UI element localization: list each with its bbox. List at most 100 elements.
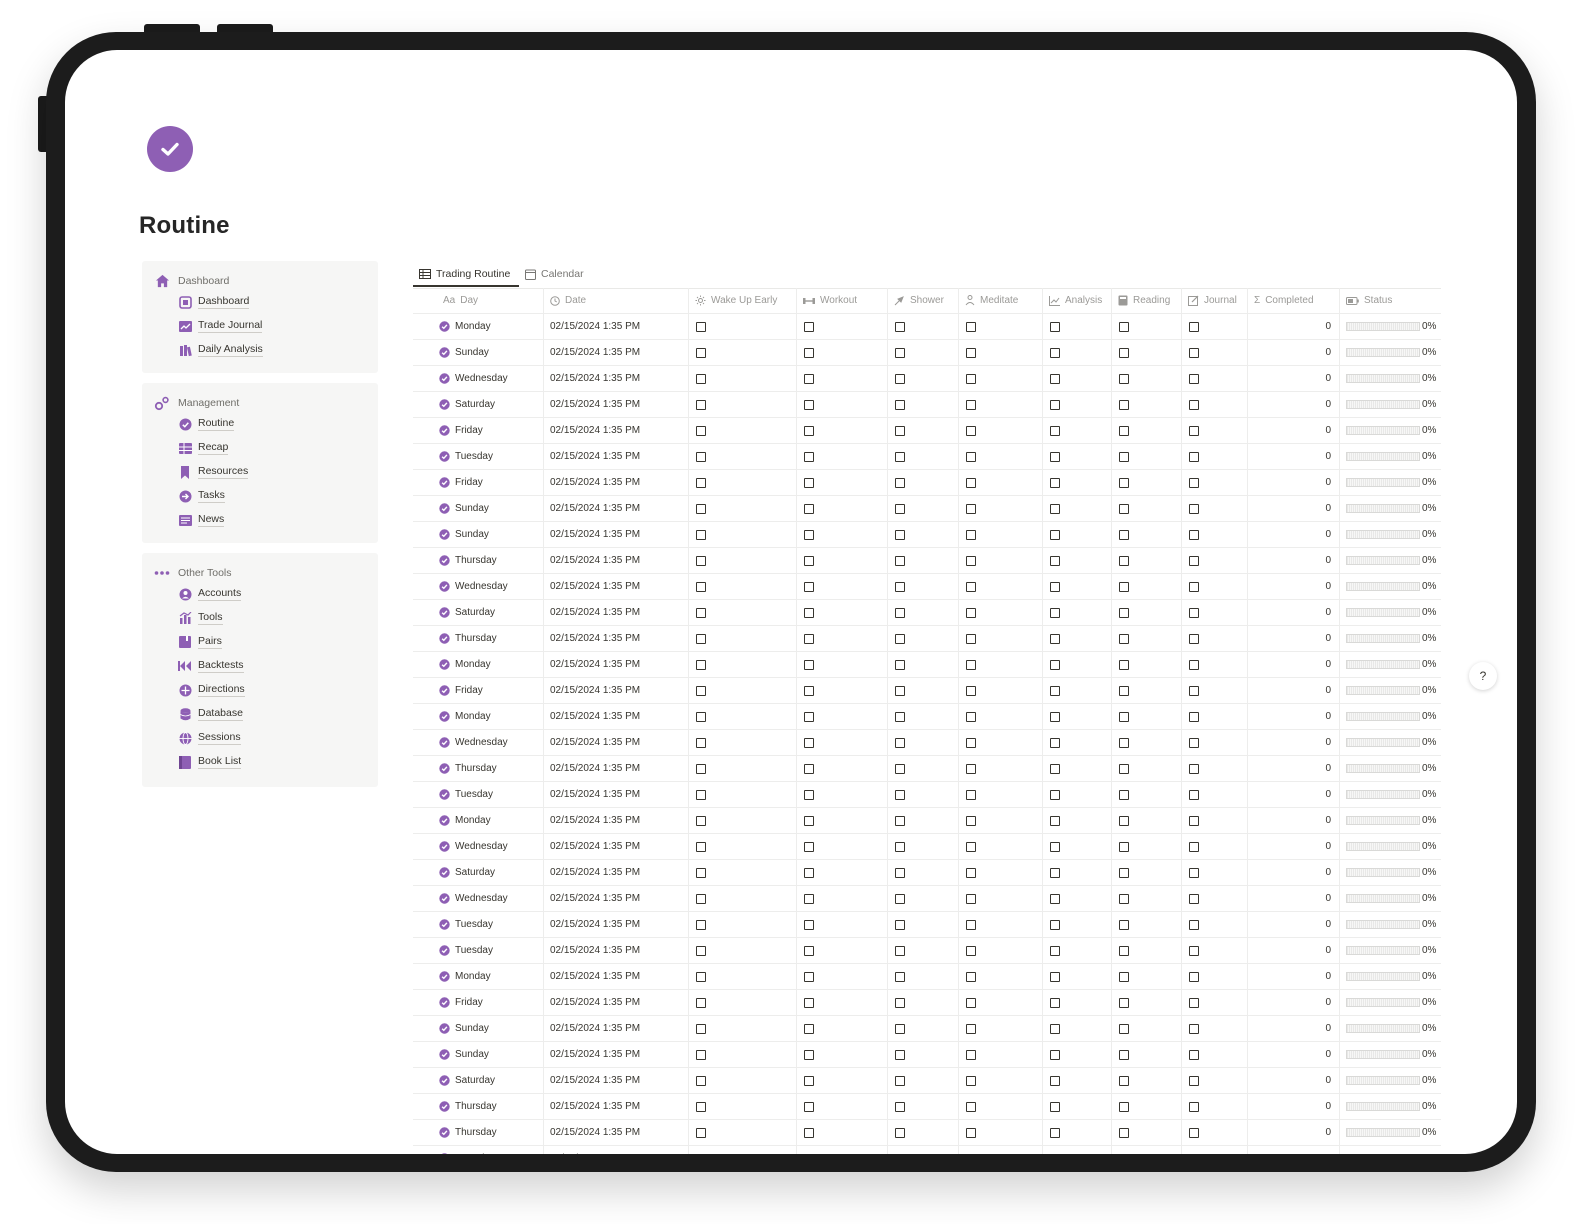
meditate-checkbox[interactable] (966, 997, 976, 1008)
day-cell[interactable]: Wednesday (413, 574, 543, 599)
journal-checkbox[interactable] (1189, 1127, 1199, 1138)
analysis-checkbox[interactable] (1050, 581, 1060, 592)
day-cell[interactable]: Friday (413, 990, 543, 1015)
journal-checkbox[interactable] (1189, 711, 1199, 722)
table-row[interactable]: Monday 02/15/2024 1:35 PM 0 0% (413, 964, 1441, 990)
journal-checkbox[interactable] (1189, 659, 1199, 670)
table-row[interactable]: Wednesday 02/15/2024 1:35 PM 0 0% (413, 730, 1441, 756)
shower-checkbox[interactable] (895, 867, 905, 878)
date-cell[interactable]: 02/15/2024 1:35 PM (543, 808, 688, 833)
wake-up-early-checkbox[interactable] (696, 1101, 706, 1112)
analysis-checkbox[interactable] (1050, 763, 1060, 774)
table-row[interactable]: Thursday 02/15/2024 1:35 PM 0 0% (413, 756, 1441, 782)
workout-checkbox[interactable] (804, 451, 814, 462)
day-cell[interactable]: Saturday (413, 860, 543, 885)
workout-checkbox[interactable] (804, 1127, 814, 1138)
workout-checkbox[interactable] (804, 841, 814, 852)
journal-checkbox[interactable] (1189, 529, 1199, 540)
shower-checkbox[interactable] (895, 347, 905, 358)
date-cell[interactable]: 02/15/2024 1:35 PM (543, 470, 688, 495)
date-cell[interactable]: 02/15/2024 1:35 PM (543, 912, 688, 937)
day-cell[interactable]: Sunday (413, 340, 543, 365)
date-cell[interactable]: 02/15/2024 1:35 PM (543, 600, 688, 625)
wake-up-early-checkbox[interactable] (696, 1075, 706, 1086)
journal-checkbox[interactable] (1189, 919, 1199, 930)
wake-up-early-checkbox[interactable] (696, 971, 706, 982)
analysis-checkbox[interactable] (1050, 711, 1060, 722)
date-cell[interactable]: 02/15/2024 1:35 PM (543, 444, 688, 469)
journal-checkbox[interactable] (1189, 1075, 1199, 1086)
shower-checkbox[interactable] (895, 997, 905, 1008)
shower-checkbox[interactable] (895, 581, 905, 592)
table-row[interactable]: Saturday 02/15/2024 1:35 PM 0 0% (413, 600, 1441, 626)
day-cell[interactable]: Thursday (413, 626, 543, 651)
tab-calendar[interactable]: Calendar (525, 266, 584, 282)
day-cell[interactable]: Friday (413, 470, 543, 495)
day-cell[interactable]: Tuesday (413, 782, 543, 807)
wake-up-early-checkbox[interactable] (696, 815, 706, 826)
journal-checkbox[interactable] (1189, 581, 1199, 592)
workout-checkbox[interactable] (804, 477, 814, 488)
reading-checkbox[interactable] (1119, 1075, 1129, 1086)
meditate-checkbox[interactable] (966, 581, 976, 592)
meditate-checkbox[interactable] (966, 893, 976, 904)
shower-checkbox[interactable] (895, 607, 905, 618)
meditate-checkbox[interactable] (966, 789, 976, 800)
workout-checkbox[interactable] (804, 425, 814, 436)
date-cell[interactable]: 02/15/2024 1:35 PM (543, 366, 688, 391)
day-cell[interactable]: Wednesday (413, 730, 543, 755)
journal-checkbox[interactable] (1189, 1101, 1199, 1112)
shower-checkbox[interactable] (895, 1023, 905, 1034)
shower-checkbox[interactable] (895, 477, 905, 488)
wake-up-early-checkbox[interactable] (696, 451, 706, 462)
reading-checkbox[interactable] (1119, 581, 1129, 592)
day-cell[interactable]: Saturday (413, 600, 543, 625)
wake-up-early-checkbox[interactable] (696, 685, 706, 696)
reading-checkbox[interactable] (1119, 1127, 1129, 1138)
journal-checkbox[interactable] (1189, 997, 1199, 1008)
workout-checkbox[interactable] (804, 503, 814, 514)
meditate-checkbox[interactable] (966, 1023, 976, 1034)
analysis-checkbox[interactable] (1050, 399, 1060, 410)
workout-checkbox[interactable] (804, 997, 814, 1008)
table-row[interactable]: Monday 02/15/2024 1:35 PM 0 0% (413, 314, 1441, 340)
reading-checkbox[interactable] (1119, 685, 1129, 696)
table-row[interactable]: Monday 02/15/2024 1:35 PM 0 0% (413, 808, 1441, 834)
workout-checkbox[interactable] (804, 1101, 814, 1112)
date-cell[interactable]: 02/15/2024 1:35 PM (543, 730, 688, 755)
date-cell[interactable]: 02/15/2024 1:35 PM (543, 652, 688, 677)
shower-checkbox[interactable] (895, 815, 905, 826)
date-cell[interactable]: 02/15/2024 1:35 PM (543, 392, 688, 417)
shower-checkbox[interactable] (895, 425, 905, 436)
analysis-checkbox[interactable] (1050, 867, 1060, 878)
reading-checkbox[interactable] (1119, 1153, 1129, 1154)
wake-up-early-checkbox[interactable] (696, 373, 706, 384)
analysis-checkbox[interactable] (1050, 321, 1060, 332)
journal-checkbox[interactable] (1189, 1153, 1199, 1154)
reading-checkbox[interactable] (1119, 971, 1129, 982)
day-cell[interactable]: Sunday (413, 496, 543, 521)
journal-checkbox[interactable] (1189, 347, 1199, 358)
journal-checkbox[interactable] (1189, 893, 1199, 904)
workout-checkbox[interactable] (804, 737, 814, 748)
col-header-workout[interactable]: Workout (796, 288, 887, 313)
shower-checkbox[interactable] (895, 1153, 905, 1154)
sidebar-item-pairs[interactable]: Pairs (178, 633, 222, 651)
reading-checkbox[interactable] (1119, 529, 1129, 540)
workout-checkbox[interactable] (804, 945, 814, 956)
shower-checkbox[interactable] (895, 321, 905, 332)
shower-checkbox[interactable] (895, 711, 905, 722)
day-cell[interactable]: Thursday (413, 548, 543, 573)
analysis-checkbox[interactable] (1050, 1127, 1060, 1138)
meditate-checkbox[interactable] (966, 1101, 976, 1112)
wake-up-early-checkbox[interactable] (696, 503, 706, 514)
reading-checkbox[interactable] (1119, 607, 1129, 618)
col-header-meditate[interactable]: Meditate (958, 288, 1042, 313)
date-cell[interactable]: 02/15/2024 1:35 PM (543, 886, 688, 911)
day-cell[interactable]: Monday (413, 964, 543, 989)
analysis-checkbox[interactable] (1050, 1023, 1060, 1034)
wake-up-early-checkbox[interactable] (696, 867, 706, 878)
day-cell[interactable]: Wednesday (413, 366, 543, 391)
date-cell[interactable]: 02/15/2024 1:35 PM (543, 1094, 688, 1119)
date-cell[interactable]: 02/15/2024 1:35 PM (543, 418, 688, 443)
